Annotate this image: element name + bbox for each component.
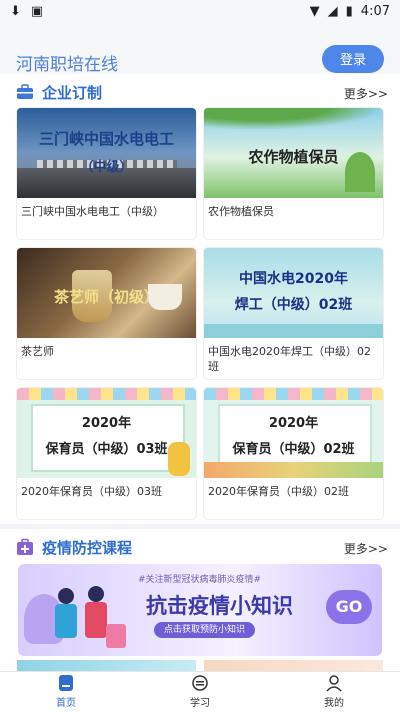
battery-icon: ▮ — [345, 4, 353, 19]
course-title: 中国水电2020年焊工（中级）02班 — [208, 345, 371, 373]
study-icon — [192, 675, 208, 691]
login-button[interactable]: 登录 — [322, 45, 384, 73]
section-title: 疫情防控课程 — [42, 539, 133, 557]
course-thumbnail: 农作物植保员 — [204, 108, 383, 198]
banner-figure — [85, 602, 107, 638]
signal-icon: ◢ — [327, 4, 338, 19]
course-thumbnail: 2020年 保育员（中级）03班 — [17, 388, 196, 478]
course-card[interactable]: 2020年 保育员（中级）02班 2020年保育员（中级）02班 — [204, 388, 383, 519]
status-bar: ⬇ ▣ ▼ ◢ ▮ 4:07 — [0, 0, 400, 24]
medical-kit-icon — [17, 538, 33, 555]
course-card-peek — [17, 660, 196, 671]
banner-figure — [88, 586, 104, 602]
course-card[interactable]: 三门峡中国水电电工 （中级） 三门峡中国水电电工（中级） — [17, 108, 196, 239]
course-card[interactable]: 中国水电2020年 焊工（中级）02班 中国水电2020年焊工（中级）02班 — [204, 248, 383, 379]
course-title: 2020年保育员（中级）03班 — [21, 485, 162, 498]
home-icon — [59, 675, 73, 691]
tab-label: 学习 — [190, 698, 210, 709]
tab-label: 我的 — [324, 698, 344, 709]
briefcase-icon — [17, 84, 33, 99]
tab-study[interactable]: 学习 — [170, 674, 230, 709]
banner-cta[interactable]: 点击获取预防小知识 — [154, 622, 256, 638]
suitcase-icon — [106, 624, 126, 648]
notification-icon: ▣ — [30, 4, 44, 19]
course-grid: 三门峡中国水电电工 （中级） 三门峡中国水电电工（中级） 农作物植保员 农作物植… — [0, 104, 400, 524]
go-button[interactable]: GO — [326, 590, 372, 624]
course-title: 茶艺师 — [21, 345, 54, 358]
course-card[interactable]: 2020年 保育员（中级）03班 2020年保育员（中级）03班 — [17, 388, 196, 519]
bottom-tab-bar: 首页 学习 我的 — [0, 671, 400, 712]
status-time: 4:07 — [360, 4, 390, 19]
section-title: 企业订制 — [42, 84, 103, 102]
course-thumbnail: 三门峡中国水电电工 （中级） — [17, 108, 196, 198]
more-link[interactable]: 更多>> — [344, 85, 388, 102]
profile-icon — [326, 675, 342, 692]
app-title: 河南职培在线 — [16, 55, 118, 75]
course-card[interactable]: 农作物植保员 农作物植保员 — [204, 108, 383, 239]
tab-label: 首页 — [56, 698, 76, 709]
course-card[interactable]: 茶艺师（初级） 茶艺师 — [17, 248, 196, 379]
epidemic-banner[interactable]: #关注新型冠状病毒肺炎疫情# 抗击疫情小知识 点击获取预防小知识 GO — [18, 564, 382, 656]
tab-home[interactable]: 首页 — [36, 674, 96, 709]
download-icon: ⬇ — [10, 4, 21, 19]
course-card-peek — [204, 660, 383, 671]
course-title: 2020年保育员（中级）02班 — [208, 485, 349, 498]
course-thumbnail: 2020年 保育员（中级）02班 — [204, 388, 383, 478]
banner-figure — [55, 604, 77, 638]
more-link[interactable]: 更多>> — [344, 540, 388, 557]
banner-headline: 抗击疫情小知识 — [146, 594, 293, 618]
course-thumbnail: 中国水电2020年 焊工（中级）02班 — [204, 248, 383, 338]
course-title: 三门峡中国水电电工（中级） — [21, 205, 164, 218]
course-title: 农作物植保员 — [208, 205, 274, 218]
banner-figure — [58, 588, 74, 604]
app-header: 河南职培在线 登录 — [0, 24, 400, 80]
course-thumbnail: 茶艺师（初级） — [17, 248, 196, 338]
wifi-icon: ▼ — [309, 4, 320, 19]
tab-profile[interactable]: 我的 — [304, 674, 364, 709]
banner-tagline: #关注新型冠状病毒肺炎疫情# — [138, 575, 262, 585]
